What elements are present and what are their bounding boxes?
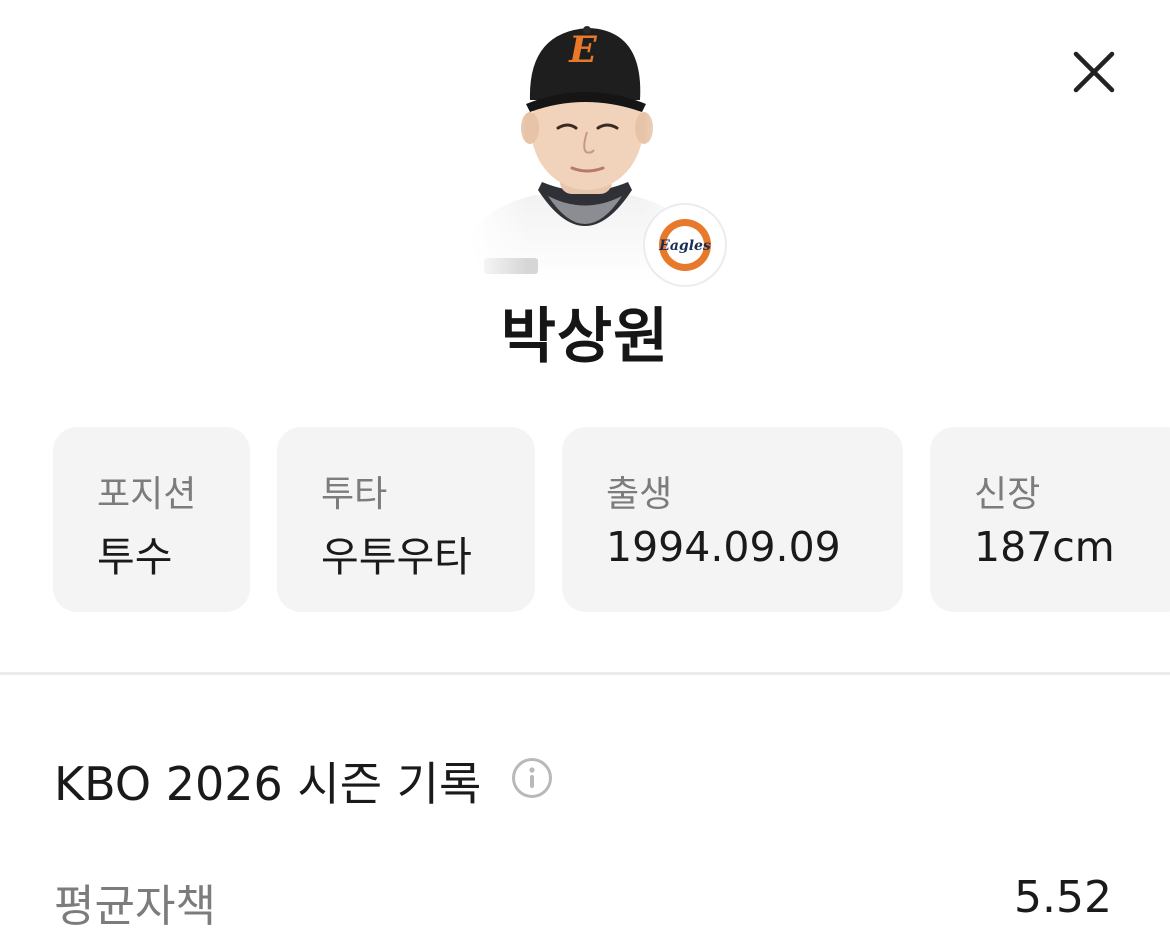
info-card-bat-throw: 투타 우투우타 (277, 427, 535, 612)
svg-text:Eagles: Eagles (658, 238, 711, 254)
info-card-value: 우투우타 (321, 533, 472, 581)
eagles-logo-icon: Eagles (658, 219, 711, 271)
player-profile-sheet: E Eagles 박상원 포지션 투수 투타 우투우타 출생 1994.09.0… (0, 0, 1170, 942)
team-logo-badge: Eagles (643, 203, 727, 287)
info-card-label: 투타 (321, 474, 388, 515)
info-card-position: 포지션 투수 (53, 427, 250, 612)
close-icon (1073, 51, 1115, 93)
info-card-birth: 출생 1994.09.09 (562, 427, 903, 612)
close-button[interactable] (1064, 42, 1124, 102)
info-card-value: 1994.09.09 (606, 523, 841, 571)
section-divider (0, 672, 1170, 675)
info-card-label: 출생 (606, 474, 673, 515)
info-card-label: 포지션 (97, 474, 197, 515)
stat-value-era: 5.52 (1014, 872, 1112, 923)
info-card-value: 투수 (97, 533, 173, 581)
season-record-title: KBO 2026 시즌 기록 (54, 757, 482, 811)
info-card-label: 신장 (974, 474, 1041, 515)
info-card-value: 187cm (974, 523, 1115, 571)
info-icon (512, 758, 552, 798)
player-name: 박상원 (500, 302, 670, 372)
info-card-height: 신장 187cm (930, 427, 1170, 612)
info-button[interactable] (511, 757, 553, 799)
stat-label-era: 평균자책 (54, 881, 216, 932)
